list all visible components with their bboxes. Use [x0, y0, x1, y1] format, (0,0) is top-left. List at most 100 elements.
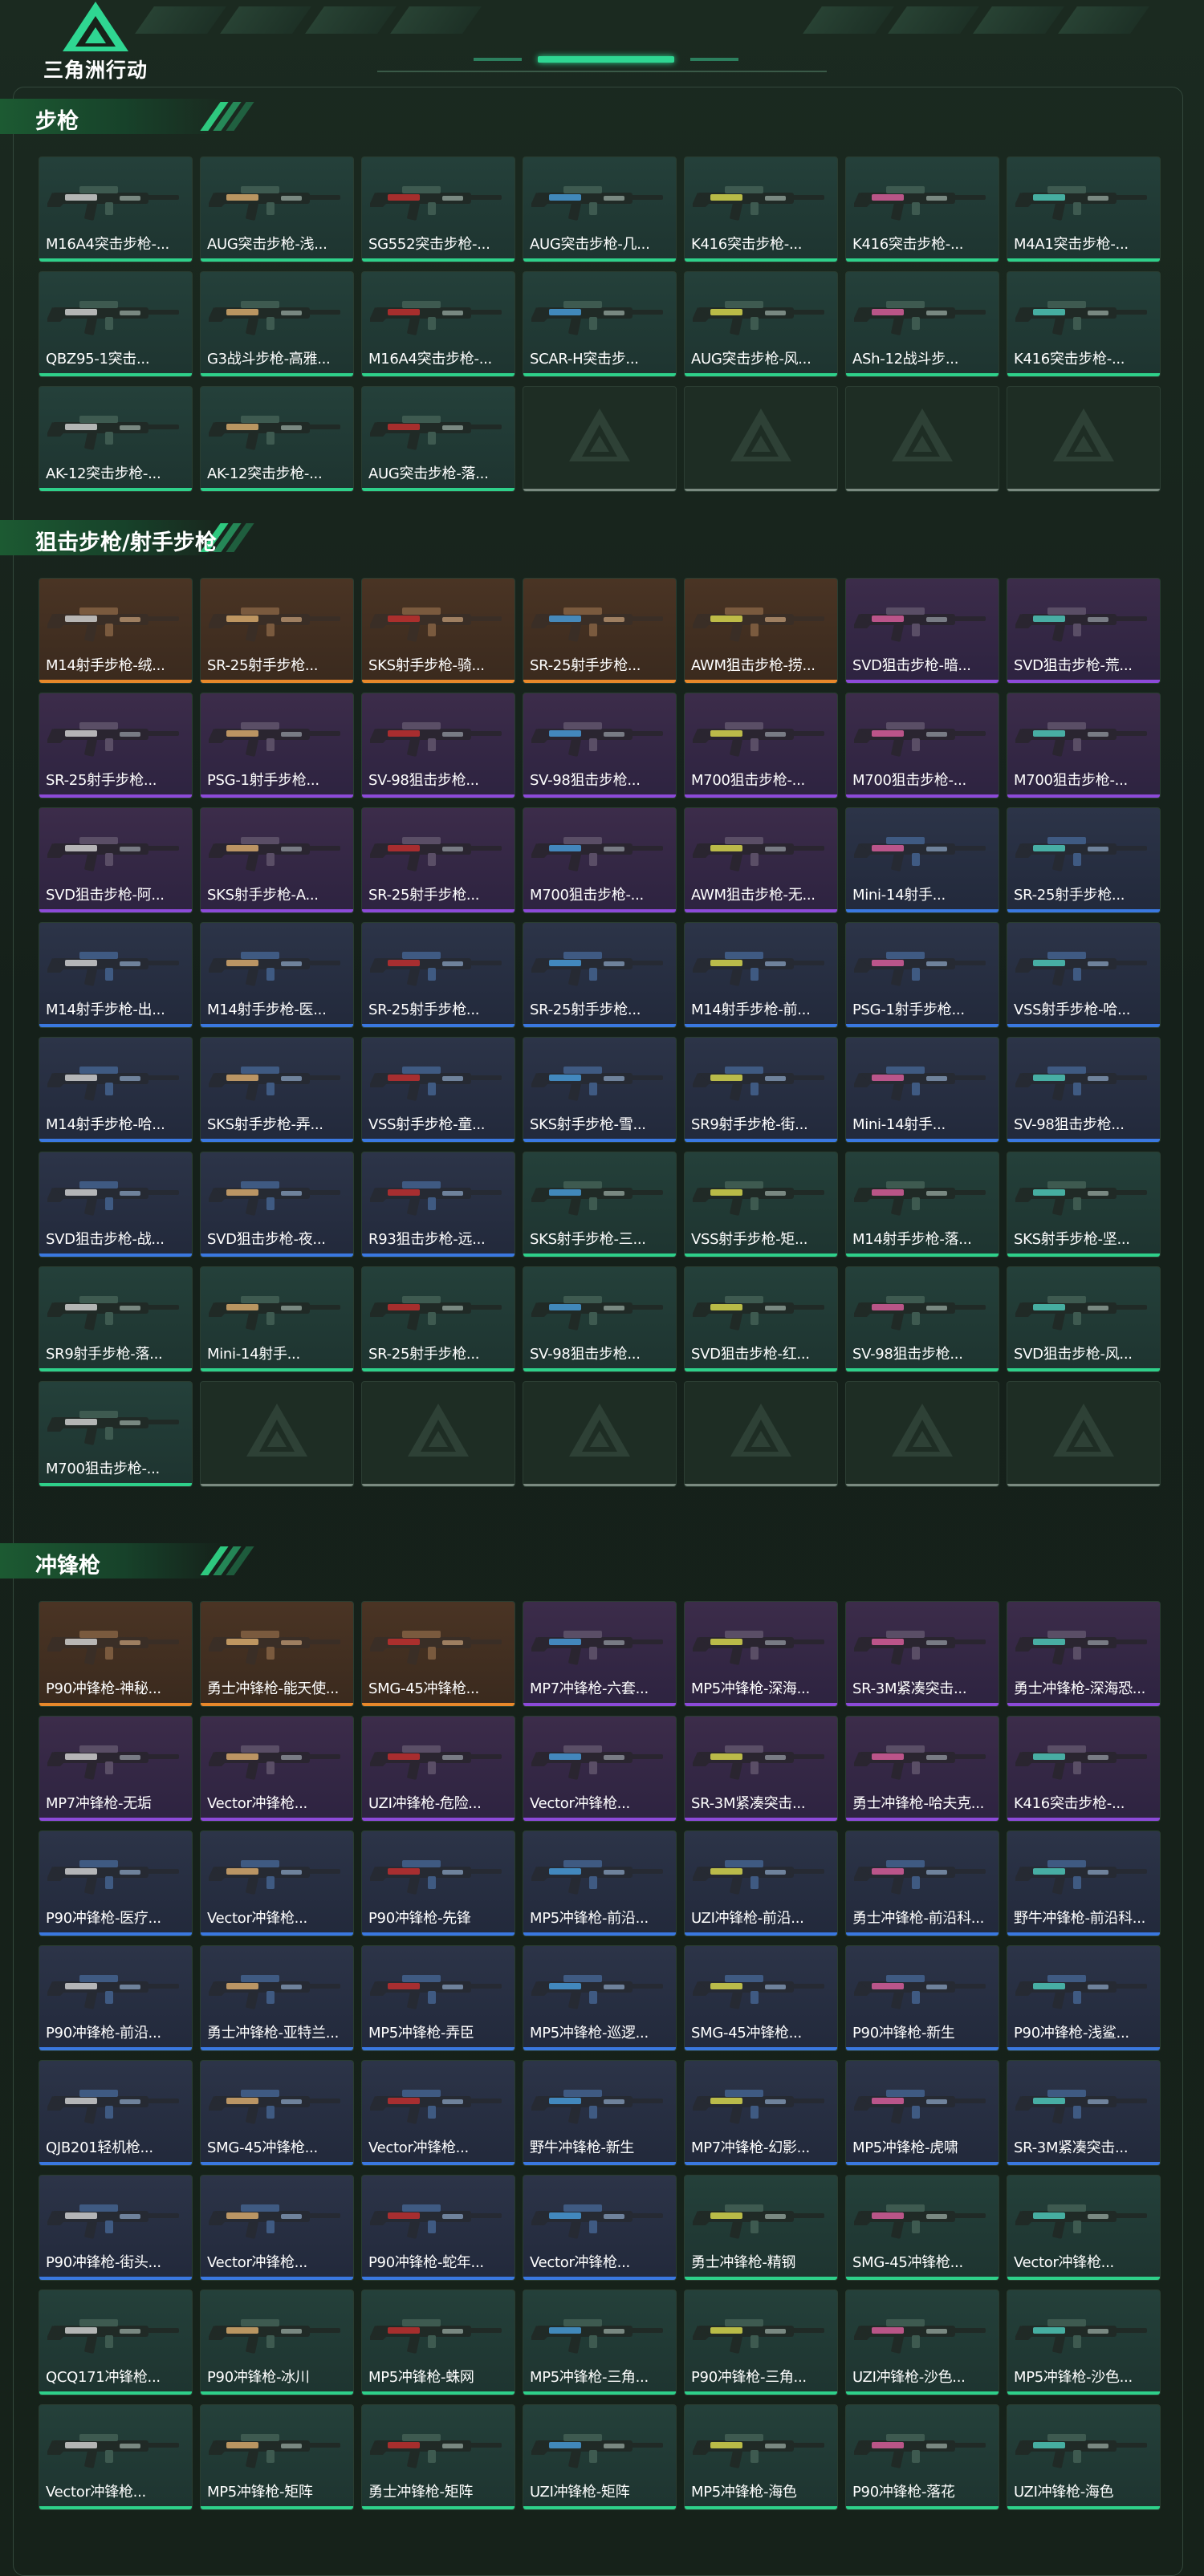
weapon-card[interactable]: SVD狙击步枪-战... [39, 1152, 193, 1258]
weapon-card[interactable]: M14射手步枪-前... [684, 922, 838, 1028]
weapon-card[interactable]: SMG-45冲锋枪... [200, 2060, 354, 2166]
weapon-card[interactable]: M700狙击步枪-... [684, 693, 838, 798]
weapon-card[interactable]: SV-98狙击步枪... [845, 1266, 999, 1372]
weapon-card[interactable]: P90冲锋枪-医疗... [39, 1830, 193, 1936]
weapon-card[interactable]: SVD狙击步枪-风... [1007, 1266, 1161, 1372]
weapon-card[interactable]: SR-25射手步枪... [39, 693, 193, 798]
weapon-card[interactable]: SVD狙击步枪-夜... [200, 1152, 354, 1258]
weapon-card[interactable]: Mini-14射手... [845, 807, 999, 913]
weapon-card[interactable]: MP5冲锋枪-蛛网 [361, 2290, 515, 2395]
weapon-card[interactable]: K416突击步枪-... [684, 156, 838, 262]
weapon-card[interactable]: SR-25射手步枪... [361, 922, 515, 1028]
weapon-card[interactable]: SVD狙击步枪-暗... [845, 578, 999, 684]
weapon-card[interactable]: 勇士冲锋枪-哈夫克... [845, 1716, 999, 1822]
weapon-card[interactable]: PSG-1射手步枪... [845, 922, 999, 1028]
weapon-card[interactable]: AUG突击步枪-风... [684, 271, 838, 377]
weapon-card[interactable]: 勇士冲锋枪-深海恐... [1007, 1601, 1161, 1707]
weapon-card[interactable]: UZI冲锋枪-前沿... [684, 1830, 838, 1936]
weapon-card[interactable]: SR-3M紧凑突击... [845, 1601, 999, 1707]
weapon-card[interactable]: AUG突击步枪-落... [361, 386, 515, 492]
weapon-card[interactable]: M4A1突击步枪-... [1007, 156, 1161, 262]
weapon-card[interactable]: Vector冲锋枪... [200, 2175, 354, 2281]
weapon-card[interactable]: P90冲锋枪-前沿... [39, 1945, 193, 2051]
weapon-card[interactable]: UZI冲锋枪-危险... [361, 1716, 515, 1822]
weapon-card[interactable]: SVD狙击步枪-阿... [39, 807, 193, 913]
weapon-card[interactable]: M14射手步枪-落... [845, 1152, 999, 1258]
weapon-card[interactable]: MP5冲锋枪-三角... [523, 2290, 677, 2395]
weapon-card[interactable]: SG552突击步枪-... [361, 156, 515, 262]
weapon-card[interactable]: Vector冲锋枪... [200, 1716, 354, 1822]
weapon-card[interactable]: M14射手步枪-医... [200, 922, 354, 1028]
weapon-card[interactable]: SR9射手步枪-街... [684, 1037, 838, 1143]
weapon-card[interactable]: 野牛冲锋枪-新生 [523, 2060, 677, 2166]
weapon-card[interactable]: P90冲锋枪-落花 [845, 2404, 999, 2510]
weapon-card[interactable]: M16A4突击步枪-... [361, 271, 515, 377]
weapon-card[interactable]: QBZ95-1突击... [39, 271, 193, 377]
weapon-card[interactable]: 勇士冲锋枪-矩阵 [361, 2404, 515, 2510]
weapon-card[interactable]: Vector冲锋枪... [1007, 2175, 1161, 2281]
weapon-card[interactable]: SKS射手步枪-雪... [523, 1037, 677, 1143]
weapon-card[interactable]: SR9射手步枪-落... [39, 1266, 193, 1372]
weapon-card[interactable]: UZI冲锋枪-矩阵 [523, 2404, 677, 2510]
weapon-card[interactable]: SV-98狙击步枪... [523, 693, 677, 798]
weapon-card[interactable]: Mini-14射手... [845, 1037, 999, 1143]
weapon-card[interactable]: P90冲锋枪-浅鲨... [1007, 1945, 1161, 2051]
weapon-card[interactable]: SR-25射手步枪... [1007, 807, 1161, 913]
weapon-card[interactable]: MP5冲锋枪-前沿... [523, 1830, 677, 1936]
weapon-card[interactable]: P90冲锋枪-神秘... [39, 1601, 193, 1707]
weapon-card[interactable]: SR-25射手步枪... [361, 807, 515, 913]
weapon-card[interactable]: SR-25射手步枪... [361, 1266, 515, 1372]
weapon-card[interactable]: M14射手步枪-绒... [39, 578, 193, 684]
weapon-card[interactable]: SKS射手步枪-A... [200, 807, 354, 913]
weapon-card[interactable]: Vector冲锋枪... [39, 2404, 193, 2510]
weapon-card[interactable]: MP7冲锋枪-六套... [523, 1601, 677, 1707]
weapon-card[interactable]: MP5冲锋枪-沙色... [1007, 2290, 1161, 2395]
weapon-card[interactable]: Vector冲锋枪... [361, 2060, 515, 2166]
weapon-card[interactable]: Mini-14射手... [200, 1266, 354, 1372]
weapon-card[interactable]: M14射手步枪-出... [39, 922, 193, 1028]
weapon-card[interactable]: MP5冲锋枪-弄臣 [361, 1945, 515, 2051]
weapon-card[interactable]: VSS射手步枪-哈... [1007, 922, 1161, 1028]
weapon-card[interactable]: P90冲锋枪-街头... [39, 2175, 193, 2281]
weapon-card[interactable]: ASh-12战斗步... [845, 271, 999, 377]
weapon-card[interactable]: MP7冲锋枪-无垢 [39, 1716, 193, 1822]
weapon-card[interactable]: SCAR-H突击步... [523, 271, 677, 377]
weapon-card[interactable]: VSS射手步枪-矩... [684, 1152, 838, 1258]
weapon-card[interactable]: K416突击步枪-... [1007, 1716, 1161, 1822]
weapon-card[interactable]: K416突击步枪-... [1007, 271, 1161, 377]
weapon-card[interactable]: SKS射手步枪-坚... [1007, 1152, 1161, 1258]
weapon-card[interactable]: 勇士冲锋枪-精钢 [684, 2175, 838, 2281]
weapon-card[interactable]: UZI冲锋枪-沙色... [845, 2290, 999, 2395]
weapon-card[interactable]: AWM狙击步枪-捞... [684, 578, 838, 684]
weapon-card[interactable]: SMG-45冲锋枪... [845, 2175, 999, 2281]
weapon-card[interactable]: PSG-1射手步枪... [200, 693, 354, 798]
weapon-card[interactable]: M700狙击步枪-... [1007, 693, 1161, 798]
weapon-card[interactable]: 勇士冲锋枪-能天使... [200, 1601, 354, 1707]
weapon-card[interactable]: MP5冲锋枪-深海... [684, 1601, 838, 1707]
weapon-card[interactable]: K416突击步枪-... [845, 156, 999, 262]
weapon-card[interactable]: SR-25射手步枪... [523, 578, 677, 684]
weapon-card[interactable]: P90冲锋枪-新生 [845, 1945, 999, 2051]
weapon-card[interactable]: Vector冲锋枪... [523, 2175, 677, 2281]
weapon-card[interactable]: M16A4突击步枪-... [39, 156, 193, 262]
weapon-card[interactable]: AK-12突击步枪-... [39, 386, 193, 492]
weapon-card[interactable]: SR-25射手步枪... [200, 578, 354, 684]
weapon-card[interactable]: MP5冲锋枪-虎啸 [845, 2060, 999, 2166]
weapon-card[interactable]: SVD狙击步枪-红... [684, 1266, 838, 1372]
weapon-card[interactable]: SKS射手步枪-弄... [200, 1037, 354, 1143]
weapon-card[interactable]: SKS射手步枪-三... [523, 1152, 677, 1258]
weapon-card[interactable]: P90冲锋枪-先锋 [361, 1830, 515, 1936]
weapon-card[interactable]: MP5冲锋枪-巡逻... [523, 1945, 677, 2051]
weapon-card[interactable]: QJB201轻机枪... [39, 2060, 193, 2166]
weapon-card[interactable]: MP5冲锋枪-矩阵 [200, 2404, 354, 2510]
weapon-card[interactable]: SKS射手步枪-骑... [361, 578, 515, 684]
weapon-card[interactable]: M700狙击步枪-... [845, 693, 999, 798]
weapon-card[interactable]: P90冲锋枪-蛇年... [361, 2175, 515, 2281]
weapon-card[interactable]: P90冲锋枪-三角... [684, 2290, 838, 2395]
weapon-card[interactable]: MP7冲锋枪-幻影... [684, 2060, 838, 2166]
weapon-card[interactable]: UZI冲锋枪-海色 [1007, 2404, 1161, 2510]
weapon-card[interactable]: SR-3M紧凑突击... [1007, 2060, 1161, 2166]
weapon-card[interactable]: M14射手步枪-哈... [39, 1037, 193, 1143]
weapon-card[interactable]: 勇士冲锋枪-前沿科... [845, 1830, 999, 1936]
weapon-card[interactable]: 野牛冲锋枪-前沿科... [1007, 1830, 1161, 1936]
